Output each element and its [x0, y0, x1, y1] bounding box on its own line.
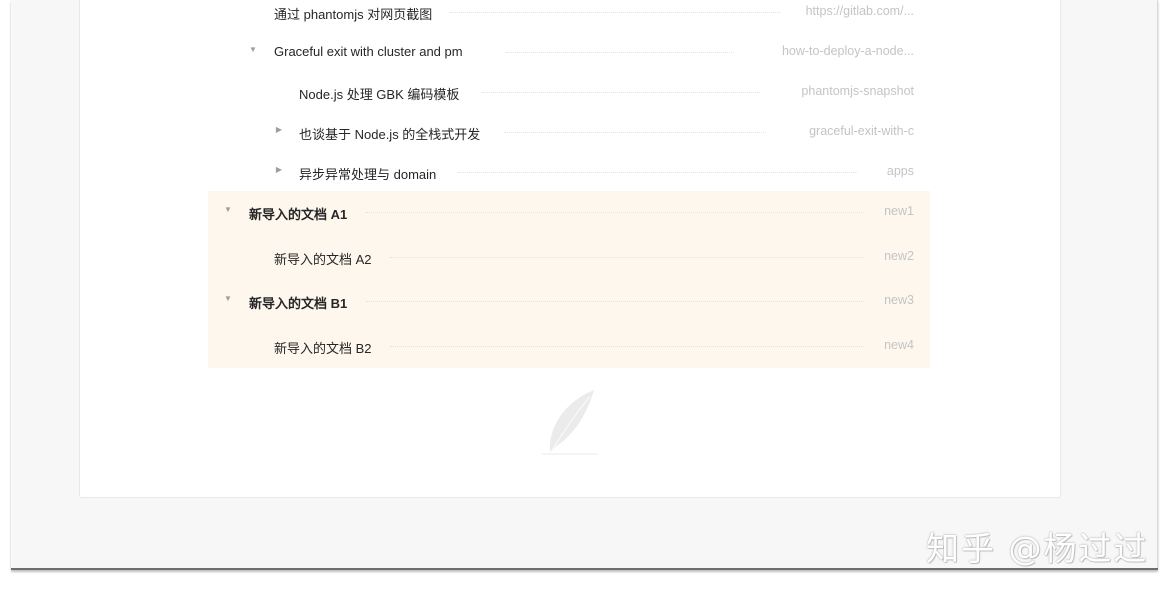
- tree-item-8[interactable]: 新导入的文档 B2 new4: [0, 336, 1173, 356]
- tree-item-title: 也谈基于 Node.js 的全栈式开发: [299, 127, 481, 142]
- tree-item-title: Node.js 处理 GBK 编码模板: [299, 87, 460, 102]
- tree-item-title: 新导入的文档 A2: [274, 252, 372, 267]
- caret-down-icon[interactable]: ▼: [248, 45, 258, 54]
- watermark: 知乎 @杨过过: [926, 529, 1149, 568]
- leader-dots: [390, 257, 864, 258]
- tree-item-7[interactable]: ▼ 新导入的文档 B1 new3: [0, 291, 1173, 311]
- tree-item-title: 新导入的文档 B2: [274, 341, 372, 356]
- tree-item-title: 新导入的文档 B1: [249, 296, 348, 311]
- leader-dots: [482, 92, 760, 93]
- tree-item-slug: apps: [886, 164, 914, 178]
- tree-item-slug: new3: [884, 293, 914, 307]
- tree-item-4[interactable]: ▶ 异步异常处理与 domain apps: [0, 162, 1173, 182]
- leader-dots: [450, 12, 780, 13]
- tree-item-slug: phantomjs-snapshot: [801, 84, 914, 98]
- leader-dots: [366, 212, 864, 213]
- tree-item-5[interactable]: ▼ 新导入的文档 A1 new1: [0, 202, 1173, 222]
- tree-item-slug: graceful-exit-with-c: [809, 124, 914, 138]
- tree-item-6[interactable]: 新导入的文档 A2 new2: [0, 247, 1173, 267]
- tree-item-slug: new1: [884, 204, 914, 218]
- tree-item-3[interactable]: ▶ 也谈基于 Node.js 的全栈式开发 graceful-exit-with…: [0, 122, 1173, 142]
- caret-right-icon[interactable]: ▶: [274, 165, 284, 174]
- leader-dots: [504, 132, 766, 133]
- leader-dots: [390, 346, 864, 347]
- tree-item-slug: https://gitlab.com/...: [805, 4, 914, 18]
- tree-item-0[interactable]: 通过 phantomjs 对网页截图 https://gitlab.com/..…: [0, 2, 1173, 22]
- caret-down-icon[interactable]: ▼: [223, 294, 233, 303]
- tree-item-title: 异步异常处理与 domain: [299, 167, 437, 182]
- tree-item-1[interactable]: ▼ Graceful exit with cluster and pm how-…: [0, 42, 1173, 62]
- leader-dots: [458, 172, 858, 173]
- tree-item-title: 通过 phantomjs 对网页截图: [274, 7, 433, 22]
- tree-item-title: Graceful exit with cluster and pm: [274, 44, 463, 59]
- tree-item-title: 新导入的文档 A1: [249, 207, 348, 222]
- tree-item-slug: how-to-deploy-a-node...: [781, 44, 914, 58]
- tree-item-slug: new2: [884, 249, 914, 263]
- leader-dots: [506, 52, 734, 53]
- feather-icon: [542, 390, 598, 455]
- caret-down-icon[interactable]: ▼: [223, 205, 233, 214]
- tree-item-2[interactable]: Node.js 处理 GBK 编码模板 phantomjs-snapshot: [0, 82, 1173, 102]
- tree-item-slug: new4: [884, 338, 914, 352]
- caret-right-icon[interactable]: ▶: [274, 125, 284, 134]
- leader-dots: [366, 301, 864, 302]
